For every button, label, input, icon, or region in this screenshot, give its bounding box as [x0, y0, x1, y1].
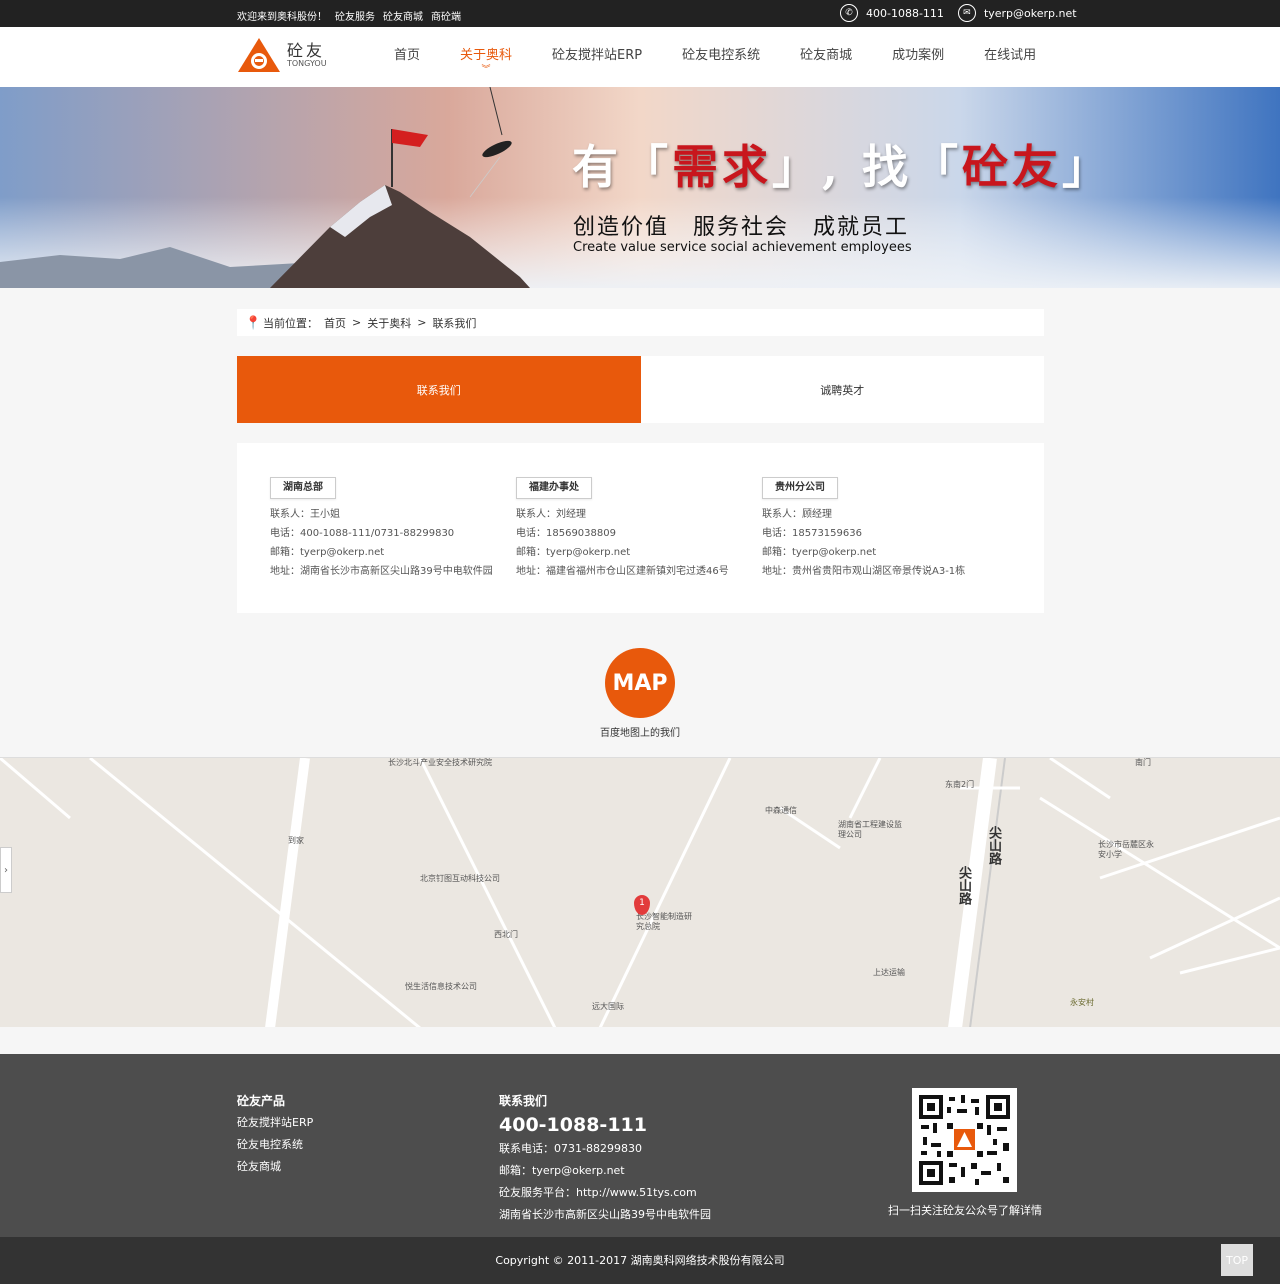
- office-addr: 地址：湖南省长沙市高新区尖山路39号中电软件园: [270, 566, 493, 577]
- map-poi[interactable]: 上达运输: [873, 968, 905, 978]
- back-to-top-button[interactable]: TOP: [1221, 1244, 1253, 1276]
- office-card: 福建办事处 联系人：刘经理 电话：18569038809 邮箱：tyerp@ok…: [516, 477, 729, 581]
- mail-icon: ✉: [957, 4, 976, 22]
- logo-mark-icon: [238, 38, 280, 72]
- copyright: Copyright © 2011-2017 湖南奥科网络技术股份有限公司: [0, 1237, 1280, 1284]
- offices-panel: 湖南总部 联系人：王小姐 电话：400-1088-111/0731-882998…: [237, 443, 1044, 613]
- footer-tel: 联系电话：0731-88299830: [499, 1142, 642, 1155]
- map-caption: 百度地图上的我们: [600, 728, 680, 739]
- office-name: 湖南总部: [270, 477, 336, 499]
- map-poi[interactable]: 长沙智能制造研究总院: [636, 912, 696, 932]
- content-tabs: 联系我们 诚聘英才: [237, 356, 1044, 423]
- site-header: 砼友 TONGYOU 首页 关于奥科 砼友搅拌站ERP 砼友电控系统 砼友商城 …: [0, 27, 1280, 87]
- road-label: 尖山路: [956, 866, 971, 905]
- office-email: 邮箱：tyerp@okerp.net: [270, 547, 385, 558]
- map-roads: [0, 758, 1280, 1027]
- office-name: 贵州分公司: [762, 477, 838, 499]
- footer-contact-title: 联系我们: [499, 1094, 548, 1108]
- nav-trial[interactable]: 在线试用: [964, 27, 1056, 87]
- qr-caption: 扫一扫关注砼友公众号了解详情: [888, 1204, 1042, 1217]
- map-poi[interactable]: 东南2门: [945, 780, 974, 790]
- main-nav: 首页 关于奥科 砼友搅拌站ERP 砼友电控系统 砼友商城 成功案例 在线试用: [374, 27, 1056, 87]
- top-link-service[interactable]: 砼友服务: [335, 8, 375, 23]
- map-poi[interactable]: 远大国际: [592, 1002, 624, 1012]
- footer-link-control[interactable]: 砼友电控系统: [237, 1134, 313, 1156]
- breadcrumb-about[interactable]: 关于奥科: [367, 315, 411, 331]
- breadcrumb: 📍 当前位置： 首页 > 关于奥科 > 联系我们: [237, 309, 1044, 336]
- footer-contact: 联系我们 400-1088-111 联系电话：0731-88299830 邮箱：…: [499, 1090, 711, 1226]
- map-poi[interactable]: 长沙市岳麓区永安小学: [1098, 840, 1160, 860]
- nav-cases[interactable]: 成功案例: [872, 27, 964, 87]
- office-tel: 电话：400-1088-111/0731-88299830: [270, 528, 455, 539]
- footer-email: 邮箱：tyerp@okerp.net: [499, 1164, 625, 1177]
- welcome-text: 欢迎来到奥科股份！: [237, 12, 327, 23]
- map-poi[interactable]: 北京钉图互动科技公司: [420, 874, 500, 884]
- footer-products-title: 砼友产品: [237, 1094, 286, 1108]
- map-poi[interactable]: 西北门: [494, 930, 518, 940]
- banner-slogan: 有「需求」, 找「砼友」: [572, 140, 1113, 194]
- office-addr: 地址：贵州省贵阳市观山湖区帝景传说A3-1栋: [762, 566, 966, 577]
- map-panel-toggle[interactable]: ›: [0, 847, 12, 893]
- nav-mall[interactable]: 砼友商城: [780, 27, 872, 87]
- banner-english: Create value service social achievement …: [573, 240, 912, 255]
- top-link-client[interactable]: 商砼端: [431, 8, 461, 23]
- baidu-map[interactable]: 长沙北斗产业安全技术研究院 到家 北京钉图互动科技公司 西北门 悦生活信息技术公…: [0, 757, 1280, 1027]
- qr-code-icon: [917, 1093, 1012, 1187]
- office-contact: 联系人：刘经理: [516, 509, 586, 520]
- map-poi[interactable]: 湖南省工程建设监理公司: [838, 820, 908, 840]
- footer-platform[interactable]: 砼友服务平台：http://www.51tys.com: [499, 1182, 711, 1204]
- office-contact: 联系人：王小姐: [270, 509, 340, 520]
- nav-control[interactable]: 砼友电控系统: [662, 27, 780, 87]
- breadcrumb-prefix: 当前位置：: [263, 316, 318, 330]
- footer-phone: 400-1088-111: [499, 1114, 647, 1136]
- nav-erp[interactable]: 砼友搅拌站ERP: [532, 27, 662, 87]
- logo-en: TONGYOU: [287, 58, 327, 68]
- map-icon: MAP: [605, 648, 675, 718]
- footer-link-mall[interactable]: 砼友商城: [237, 1156, 313, 1178]
- map-poi[interactable]: 中森通信: [765, 806, 797, 816]
- map-poi[interactable]: 到家: [288, 836, 304, 846]
- office-tel: 电话：18569038809: [516, 528, 616, 539]
- top-link-mall[interactable]: 砼友商城: [383, 8, 423, 23]
- road-label: 尖山路: [986, 826, 1001, 865]
- map-poi[interactable]: 悦生活信息技术公司: [405, 982, 477, 992]
- nav-home[interactable]: 首页: [374, 27, 440, 87]
- top-bar: 欢迎来到奥科股份！ 砼友服务 砼友商城 商砼端 ✆ 400-1088-111 ✉…: [0, 0, 1280, 27]
- map-poi[interactable]: 长沙北斗产业安全技术研究院: [388, 758, 492, 768]
- office-name: 福建办事处: [516, 477, 592, 499]
- top-phone: 400-1088-111: [866, 6, 944, 20]
- tab-contact[interactable]: 联系我们: [237, 356, 641, 423]
- office-email: 邮箱：tyerp@okerp.net: [762, 547, 877, 558]
- map-poi[interactable]: 永安村: [1070, 998, 1094, 1008]
- footer-addr: 湖南省长沙市高新区尖山路39号中电软件园: [499, 1208, 711, 1221]
- qr-code: [912, 1088, 1017, 1192]
- office-card: 湖南总部 联系人：王小姐 电话：400-1088-111/0731-882998…: [270, 477, 493, 581]
- breadcrumb-sep: >: [352, 316, 362, 329]
- location-pin-icon: 📍: [245, 315, 262, 331]
- phone-icon: ✆: [840, 4, 858, 22]
- site-footer: 砼友产品 砼友搅拌站ERP 砼友电控系统 砼友商城 联系我们 400-1088-…: [0, 1054, 1280, 1237]
- nav-about[interactable]: 关于奥科: [440, 27, 532, 87]
- office-tel: 电话：18573159636: [762, 528, 862, 539]
- breadcrumb-sep: >: [417, 316, 427, 329]
- banner-subtitle: 创造价值 服务社会 成就员工: [573, 215, 910, 240]
- top-email[interactable]: tyerp@okerp.net: [984, 7, 1077, 20]
- office-addr: 地址：福建省福州市仓山区建新镇刘宅过透46号: [516, 566, 729, 577]
- logo-cn: 砼友: [287, 40, 326, 60]
- footer-link-erp[interactable]: 砼友搅拌站ERP: [237, 1112, 313, 1134]
- site-logo[interactable]: 砼友 TONGYOU: [237, 36, 327, 74]
- breadcrumb-current: 联系我们: [432, 316, 477, 330]
- tab-careers[interactable]: 诚聘英才: [640, 356, 1044, 423]
- hero-banner: 有「需求」, 找「砼友」 创造价值 服务社会 成就员工 Create value…: [0, 87, 1280, 288]
- map-poi[interactable]: 南门: [1135, 758, 1151, 768]
- office-contact: 联系人：顾经理: [762, 509, 832, 520]
- breadcrumb-home[interactable]: 首页: [324, 315, 346, 331]
- office-email: 邮箱：tyerp@okerp.net: [516, 547, 631, 558]
- footer-products: 砼友产品 砼友搅拌站ERP 砼友电控系统 砼友商城: [237, 1090, 313, 1178]
- office-card: 贵州分公司 联系人：顾经理 电话：18573159636 邮箱：tyerp@ok…: [762, 477, 965, 581]
